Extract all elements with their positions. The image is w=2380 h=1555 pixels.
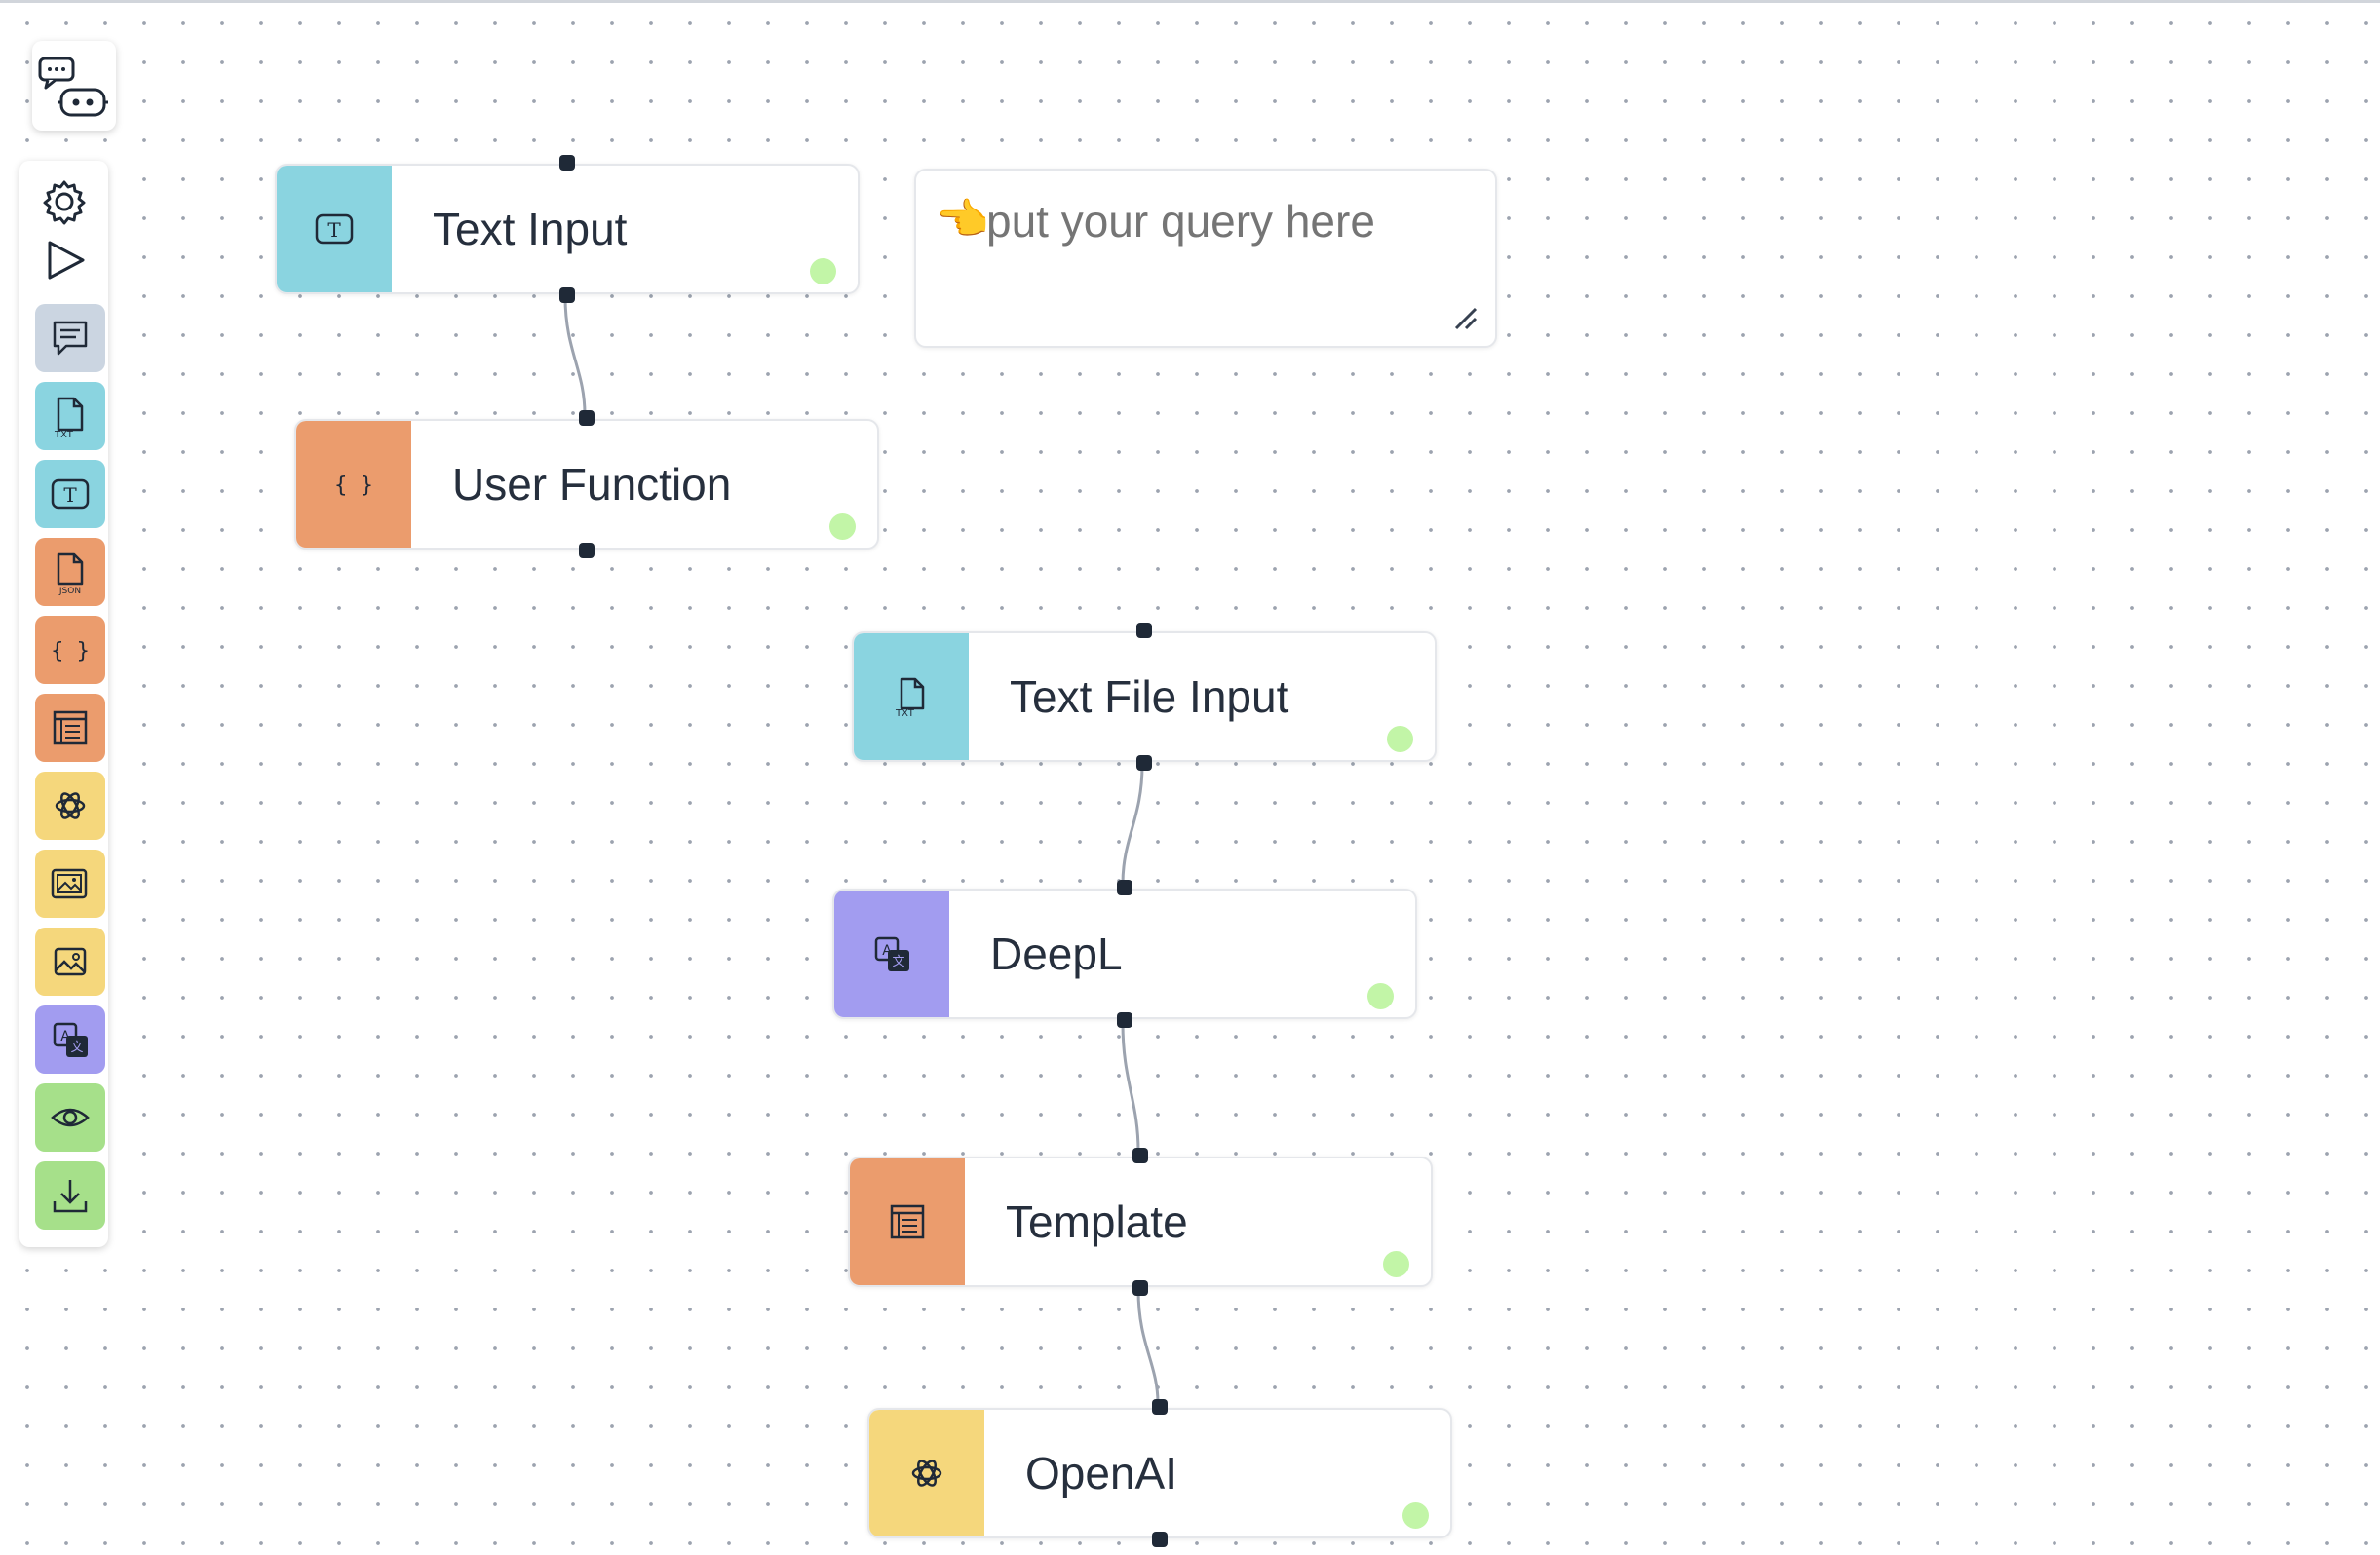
svg-text:文: 文 bbox=[70, 1041, 83, 1055]
node-template[interactable]: Template bbox=[848, 1148, 1433, 1296]
palette-template[interactable] bbox=[35, 694, 105, 762]
edge-text-input-to-user-function bbox=[563, 296, 587, 415]
node-icon-box bbox=[869, 1410, 984, 1536]
node-label: Text File Input bbox=[1010, 671, 1289, 722]
translate-icon: A 文 bbox=[874, 936, 909, 971]
play-icon bbox=[48, 241, 85, 280]
edge-deepl-to-template bbox=[1121, 1022, 1140, 1153]
svg-text:T: T bbox=[63, 483, 77, 507]
node-icon-box bbox=[850, 1158, 965, 1285]
image-icon bbox=[54, 947, 87, 976]
node-label: Text Input bbox=[433, 204, 628, 254]
palette-json-file[interactable]: JSON bbox=[35, 538, 105, 606]
query-input[interactable] bbox=[986, 192, 1474, 250]
status-indicator bbox=[1402, 1502, 1429, 1529]
svg-text:JSON: JSON bbox=[58, 587, 81, 595]
node-label: OpenAI bbox=[1025, 1448, 1177, 1498]
input-handle[interactable] bbox=[1152, 1399, 1168, 1415]
template-icon bbox=[53, 710, 88, 745]
palette-text-file-input[interactable]: TXT bbox=[35, 382, 105, 450]
node-deepl[interactable]: A 文 DeepL bbox=[832, 880, 1417, 1028]
download-icon bbox=[53, 1180, 88, 1213]
output-handle[interactable] bbox=[1117, 1012, 1132, 1028]
node-user-function[interactable]: { } User Function bbox=[294, 410, 879, 558]
txt-file-icon: TXT bbox=[895, 677, 925, 719]
translate-icon: A 文 bbox=[53, 1022, 88, 1057]
node-label: Template bbox=[1006, 1196, 1188, 1247]
run-button[interactable] bbox=[34, 233, 95, 287]
input-handle[interactable] bbox=[579, 410, 595, 426]
braces-icon: { } bbox=[51, 639, 90, 664]
output-handle[interactable] bbox=[579, 543, 595, 558]
template-icon bbox=[890, 1204, 925, 1239]
openai-icon bbox=[911, 1460, 942, 1487]
resize-handle-icon[interactable] bbox=[1452, 305, 1479, 332]
palette-comment[interactable] bbox=[35, 304, 105, 372]
status-indicator bbox=[829, 513, 856, 540]
svg-text:{ }: { } bbox=[51, 639, 90, 664]
output-handle[interactable] bbox=[1136, 755, 1152, 771]
gear-icon bbox=[43, 180, 86, 225]
input-handle[interactable] bbox=[1117, 880, 1132, 895]
palette-user-function[interactable]: { } bbox=[35, 616, 105, 684]
pointing-hand-icon: 👈 bbox=[936, 196, 989, 244]
text-input-icon: T bbox=[51, 478, 90, 510]
comment-note[interactable]: 👈 bbox=[914, 169, 1497, 348]
node-text-file-input[interactable]: TXT Text File Input bbox=[852, 623, 1437, 771]
chat-bot-icon bbox=[38, 57, 108, 117]
palette-download[interactable] bbox=[35, 1161, 105, 1230]
input-handle[interactable] bbox=[1132, 1148, 1148, 1163]
edge-template-to-openai bbox=[1136, 1289, 1160, 1404]
node-label: User Function bbox=[452, 459, 732, 510]
output-handle[interactable] bbox=[1132, 1280, 1148, 1296]
status-indicator bbox=[1383, 1251, 1409, 1277]
palette-image-generate[interactable] bbox=[35, 850, 105, 918]
json-file-icon: JSON bbox=[57, 552, 84, 595]
settings-button[interactable] bbox=[34, 174, 95, 229]
image-stack-icon bbox=[51, 868, 88, 899]
palette-text-input[interactable]: T bbox=[35, 460, 105, 528]
node-icon-box: A 文 bbox=[834, 891, 949, 1017]
svg-text:{ }: { } bbox=[334, 474, 373, 498]
svg-text:TXT: TXT bbox=[895, 708, 915, 719]
palette-deepl[interactable]: A 文 bbox=[35, 1005, 105, 1074]
comment-icon bbox=[53, 321, 88, 356]
palette-preview[interactable] bbox=[35, 1083, 105, 1152]
app-logo bbox=[32, 41, 116, 131]
top-border bbox=[0, 0, 2380, 3]
palette-image[interactable] bbox=[35, 928, 105, 996]
txt-file-icon: TXT bbox=[54, 397, 84, 439]
node-label: DeepL bbox=[990, 929, 1123, 979]
text-input-icon: T bbox=[315, 213, 354, 245]
palette-openai[interactable] bbox=[35, 772, 105, 840]
edge-text-file-input-to-deepl bbox=[1121, 764, 1144, 885]
eye-icon bbox=[51, 1108, 90, 1127]
node-text-input[interactable]: T Text Input bbox=[275, 155, 860, 303]
node-icon-box: T bbox=[277, 166, 392, 292]
svg-text:文: 文 bbox=[892, 955, 904, 969]
node-palette-sidebar: TXT T JSON { } A 文 bbox=[19, 161, 108, 1247]
svg-text:T: T bbox=[327, 218, 341, 242]
braces-icon: { } bbox=[334, 474, 373, 498]
openai-icon bbox=[55, 792, 86, 819]
node-icon-box: { } bbox=[296, 421, 411, 548]
status-indicator bbox=[1367, 983, 1394, 1009]
svg-text:TXT: TXT bbox=[54, 430, 74, 439]
status-indicator bbox=[1387, 726, 1413, 752]
output-handle[interactable] bbox=[559, 287, 575, 303]
output-handle[interactable] bbox=[1152, 1532, 1168, 1547]
status-indicator bbox=[810, 258, 836, 284]
node-icon-box: TXT bbox=[854, 633, 969, 760]
node-openai[interactable]: OpenAI bbox=[867, 1399, 1452, 1547]
